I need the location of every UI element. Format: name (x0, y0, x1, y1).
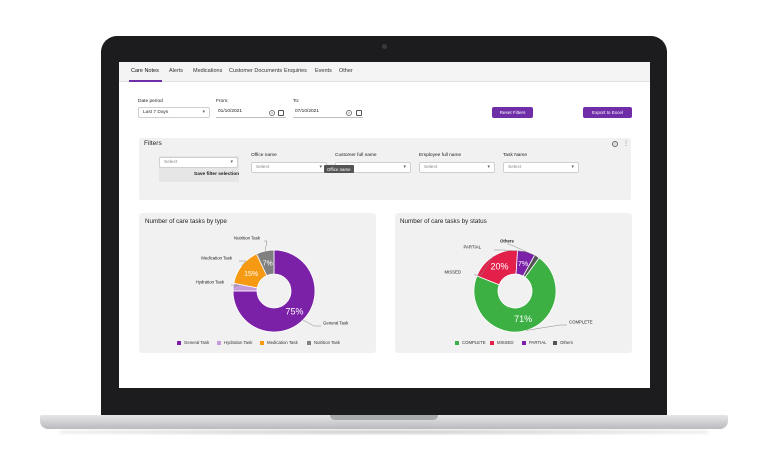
legend-label: General Task (184, 340, 210, 345)
office-name-select[interactable]: Select ▾ (251, 162, 327, 173)
tab-customer-documents[interactable]: Customer Documents (229, 68, 282, 74)
legend-swatch (307, 340, 311, 345)
laptop-notch (330, 415, 438, 420)
calendar-icon[interactable] (356, 110, 362, 116)
legend-item-others: Others (553, 340, 573, 345)
care-tasks-by-status-chart: 71% COMPLETE 20% MISSED 7% PARTIAL Others (445, 239, 593, 333)
export-to-excel-button[interactable]: Export to Excel (583, 107, 632, 118)
data-label: 15% (244, 271, 258, 278)
saved-filter-select[interactable]: Select ▾ (159, 157, 238, 168)
date-period-label: Date period (138, 99, 163, 104)
active-tab-indicator (129, 80, 162, 82)
laptop-mockup: Care Notes Alerts Medications Customer D… (0, 0, 768, 465)
legend-label: Others (560, 340, 573, 345)
chevron-down-icon: ▾ (202, 109, 205, 115)
employee-full-name-placeholder: Select (424, 165, 438, 170)
legend-swatch (177, 340, 181, 345)
employee-full-name-label: Employee full name (419, 153, 462, 158)
camera-icon (382, 44, 387, 49)
legend-item-hydration-task: Hydration Task (217, 340, 252, 345)
tab-events[interactable]: Events (315, 68, 332, 74)
data-label: 7% (518, 261, 528, 268)
laptop-shadow (60, 429, 708, 435)
legend-label: MISSED (497, 340, 514, 345)
task-name-select[interactable]: Select ▾ (503, 162, 579, 173)
clear-icon[interactable]: × (346, 110, 352, 116)
care-tasks-by-type-chart: 75% General Task Hydration Task 15% Medicati… (196, 236, 349, 333)
clear-icon[interactable]: × (269, 110, 275, 116)
legend-item-missed: MISSED (490, 340, 513, 345)
data-label: 75% (285, 307, 303, 317)
callout-label: General Task (323, 321, 349, 326)
reset-filters-button[interactable]: Reset Filters (492, 107, 533, 118)
chevron-down-icon: ▾ (571, 164, 574, 170)
office-name-label: Office name (251, 153, 277, 158)
data-label: 20% (490, 262, 508, 272)
legend-item-medication-task: Medication Task (260, 340, 298, 345)
legend-item-nutrition-task: Nutrition Task (307, 340, 340, 345)
data-label: 71% (514, 314, 532, 324)
to-label: To: (293, 99, 300, 104)
task-name-placeholder: Select (508, 165, 522, 170)
legend-item-partial: PARTIAL (522, 340, 547, 345)
care-tasks-by-type-card: Number of care tasks by type 75% General … (139, 213, 376, 353)
legend-swatch (260, 340, 264, 345)
footer-area (119, 372, 650, 388)
legend-label: Hydration Task (224, 340, 253, 345)
legend-swatch (455, 340, 459, 345)
chevron-down-icon: ▾ (487, 164, 490, 170)
tab-care-notes[interactable]: Care Notes (131, 68, 159, 74)
legend-swatch (553, 340, 557, 345)
office-name-tooltip: Office name (324, 165, 354, 173)
legend-swatch (522, 340, 526, 345)
legend-item-general-task: General Task (177, 340, 209, 345)
callout-label: COMPLETE (569, 320, 593, 325)
tab-alerts[interactable]: Alerts (169, 68, 183, 74)
date-period-value: Last 7 Days (143, 110, 169, 115)
callout-label: Nutrition Task (234, 236, 261, 241)
callout-label: MISSED (445, 270, 461, 275)
from-date-field[interactable]: 01/10/2021 (216, 107, 286, 118)
task-name-label: Task Name (503, 153, 527, 158)
data-label: 7% (263, 261, 273, 268)
from-label: From: (216, 99, 229, 104)
legend-label: Nutrition Task (314, 340, 340, 345)
legend-label: PARTIAL (529, 340, 547, 345)
date-period-select[interactable]: Last 7 Days ▾ (138, 107, 210, 118)
customer-full-name-label: Customer full name (335, 153, 377, 158)
employee-full-name-select[interactable]: Select ▾ (419, 162, 495, 173)
info-icon[interactable]: i (612, 141, 618, 147)
from-date-value: 01/10/2021 (218, 109, 243, 114)
tab-enquiries[interactable]: Enquiries (284, 68, 307, 74)
callout-label: PARTIAL (463, 245, 481, 250)
callout-line (264, 240, 268, 252)
calendar-icon[interactable] (278, 110, 284, 116)
tab-medications[interactable]: Medications (193, 68, 222, 74)
more-options-icon[interactable]: ⋮ (623, 140, 629, 147)
callout-label: Others (500, 239, 514, 244)
office-name-placeholder: Select (256, 165, 270, 170)
filters-title: Filters (144, 140, 162, 147)
tab-bar: Care Notes Alerts Medications Customer D… (119, 62, 650, 82)
legend-swatch (490, 340, 494, 345)
to-date-value: 07/10/2021 (295, 109, 320, 114)
chevron-down-icon: ▾ (403, 164, 406, 170)
saved-filter-placeholder: Select (164, 160, 178, 165)
callout-label: Hydration Task (196, 280, 225, 285)
chevron-down-icon: ▾ (230, 159, 233, 165)
legend-item-complete: COMPLETE (455, 340, 486, 345)
callout-line (302, 319, 321, 327)
chevron-down-icon: ▾ (319, 164, 322, 170)
legend-label: Medication Task (267, 340, 298, 345)
legend-label: COMPLETE (462, 340, 486, 345)
app-screen: Care Notes Alerts Medications Customer D… (119, 62, 650, 388)
save-filter-selection-button[interactable]: Save filter selection (194, 172, 239, 177)
legend-swatch (217, 340, 221, 345)
to-date-field[interactable]: 07/10/2021 (293, 107, 363, 118)
tab-other[interactable]: Other (339, 68, 353, 74)
callout-label: Medication Task (201, 256, 233, 261)
care-tasks-by-status-card: Number of care tasks by status 71% COMPLE… (395, 213, 632, 353)
